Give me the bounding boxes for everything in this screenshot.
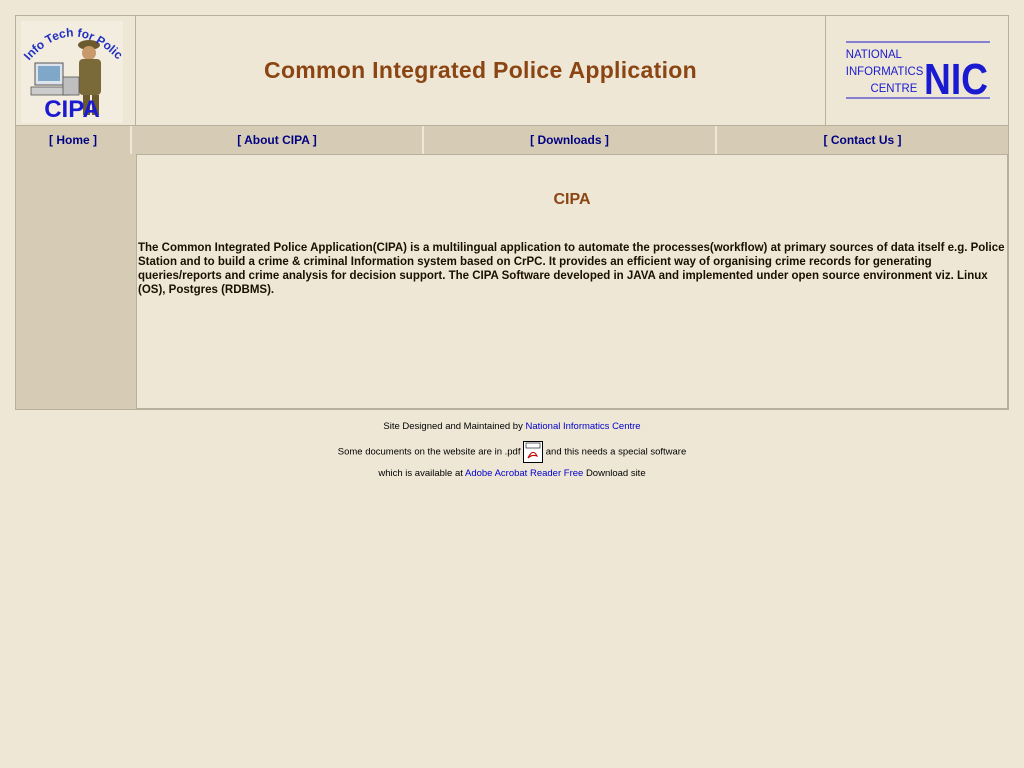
header-nic-cell: NATIONAL INFORMATICS CENTRE NIC (826, 16, 1008, 126)
pdf-icon[interactable] (523, 441, 544, 463)
footer-available-suffix: Download site (585, 468, 646, 479)
content-body: The Common Integrated Police Application… (138, 242, 1005, 296)
page-title: Common Integrated Police Application (264, 57, 697, 83)
nav-downloads[interactable]: [ Downloads ] (424, 126, 717, 154)
footer-designed-prefix: Site Designed and Maintained by (383, 421, 523, 432)
header-logo-cell: Info Tech for Police CIPA (16, 16, 136, 126)
nav-contact[interactable]: [ Contact Us ] (717, 126, 1008, 154)
nav-contact-link[interactable]: [ Contact Us ] (824, 133, 902, 147)
footer-acrobat-note: which is available at Adobe Acrobat Read… (0, 468, 1024, 479)
nav-about-link[interactable]: [ About CIPA ] (237, 133, 317, 147)
logo-cipa-text: CIPA (44, 96, 100, 123)
nic-mark: NIC (924, 55, 988, 102)
nav-downloads-link[interactable]: [ Downloads ] (530, 133, 609, 147)
nic-line2: INFORMATICS (846, 64, 924, 77)
page-frame: Info Tech for Police CIPA Common Integra… (15, 15, 1009, 410)
footer-acrobat-link[interactable]: Adobe Acrobat Reader Free (465, 468, 583, 479)
footer-available-prefix: which is available at (378, 468, 463, 479)
main-content: CIPA The Common Integrated Police Applic… (136, 154, 1008, 409)
cipa-logo: Info Tech for Police CIPA (21, 21, 123, 123)
nav-bar: [ Home ] [ About CIPA ] [ Downloads ] [ … (16, 126, 1008, 154)
nic-line3: CENTRE (871, 81, 918, 94)
footer-credit: Site Designed and Maintained by National… (0, 421, 1024, 432)
nav-home-link[interactable]: [ Home ] (49, 133, 97, 147)
header-title-cell: Common Integrated Police Application (136, 16, 826, 126)
nic-logo: NATIONAL INFORMATICS CENTRE NIC (846, 41, 990, 102)
content-heading: CIPA (553, 191, 591, 208)
footer-pdf-after: and this needs a special software (545, 446, 687, 458)
footer-nic-link[interactable]: National Informatics Centre (525, 421, 640, 432)
footer-pdf-note: Some documents on the website are in .pd… (0, 441, 1024, 463)
nav-home[interactable]: [ Home ] (16, 126, 132, 154)
nav-about[interactable]: [ About CIPA ] (132, 126, 424, 154)
footer-pdf-before: Some documents on the website are in .pd… (337, 446, 521, 458)
left-sidebar (16, 154, 136, 409)
nic-line1: NATIONAL (846, 47, 903, 60)
